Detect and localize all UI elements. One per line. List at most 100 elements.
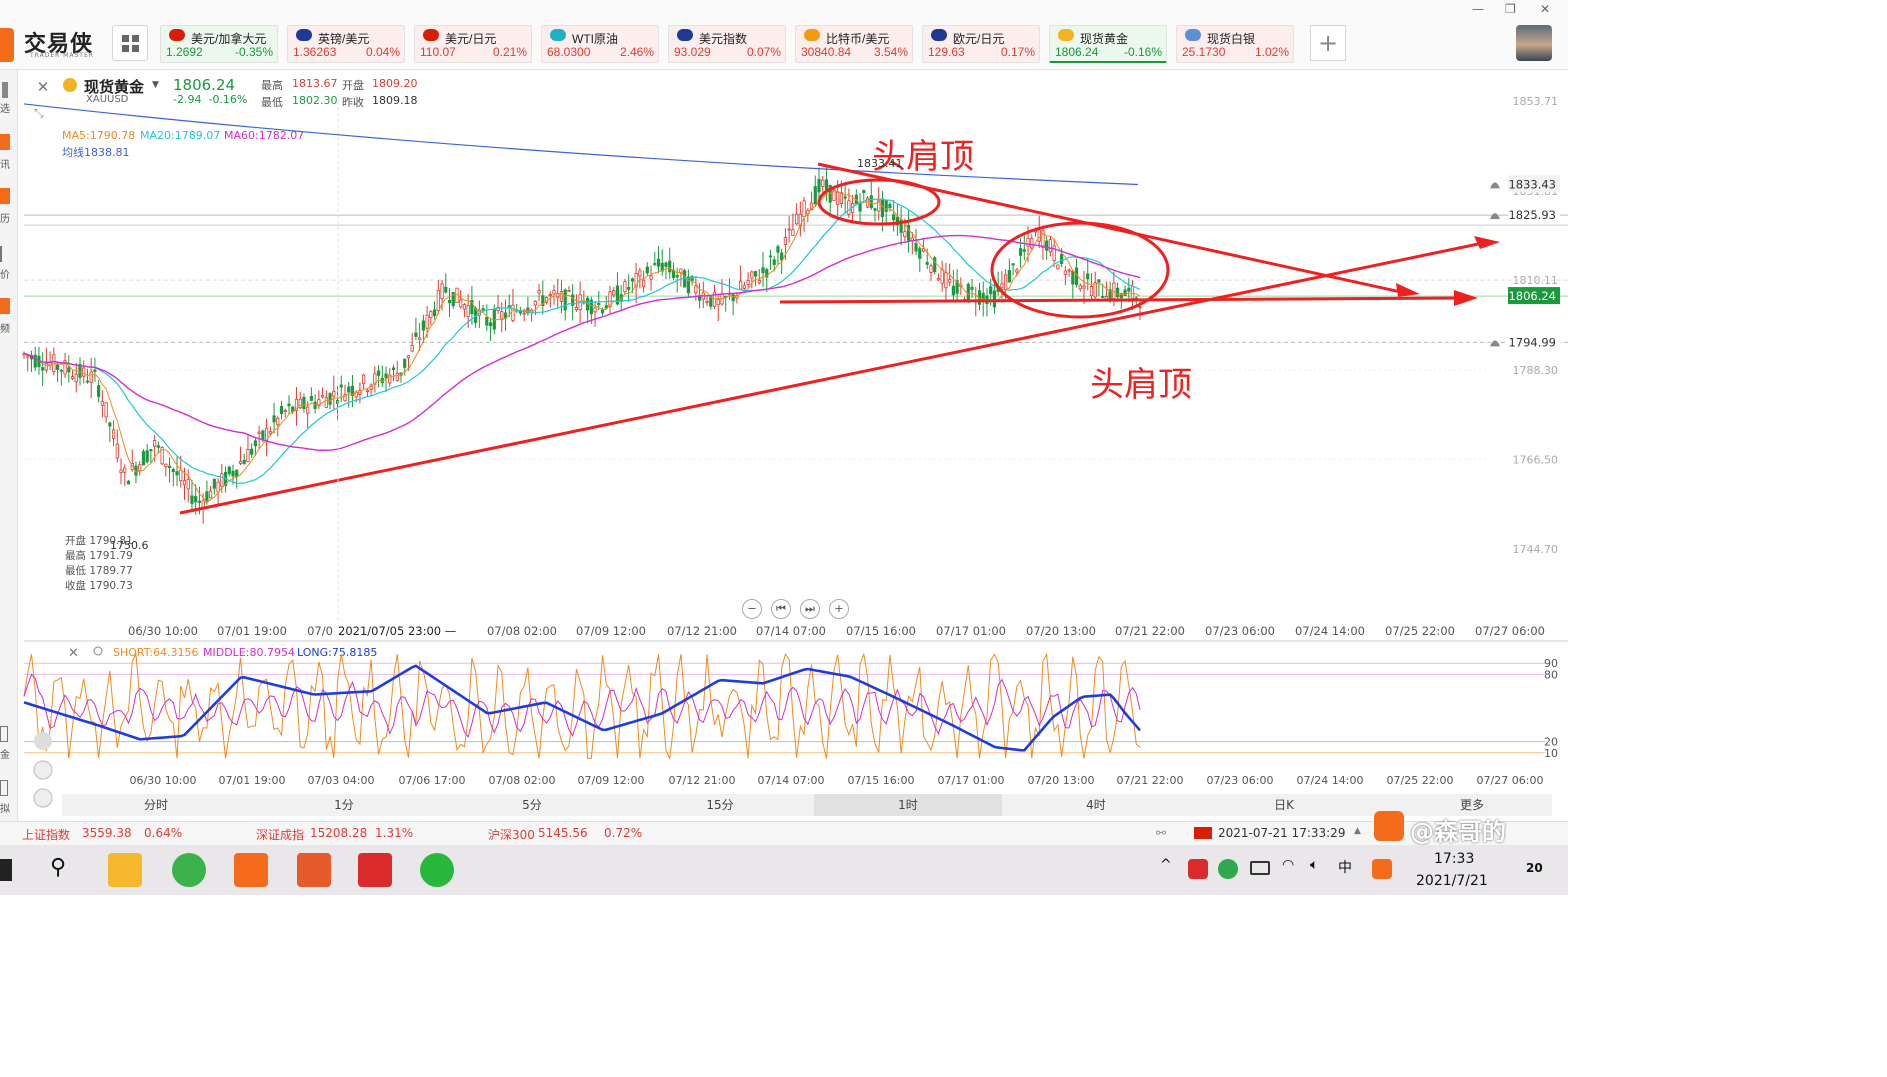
tab-4[interactable]: 1时: [814, 794, 1002, 816]
candle: [1078, 285, 1082, 290]
candle: [119, 469, 123, 474]
candle: [332, 390, 336, 397]
candle: [795, 213, 799, 225]
candle: [944, 272, 948, 289]
candle: [653, 263, 657, 265]
battery-icon[interactable]: [1250, 861, 1270, 875]
candle: [171, 468, 175, 472]
candle: [395, 372, 399, 381]
bell-icon: [1490, 182, 1500, 189]
scroll-start-button[interactable]: ⏮: [771, 599, 791, 619]
candle: [44, 362, 48, 371]
tab-0[interactable]: 分时: [62, 794, 250, 816]
wifi-icon[interactable]: ◠: [1282, 857, 1294, 873]
wps-tray-icon[interactable]: [1188, 859, 1208, 879]
bell-icon: [1490, 340, 1500, 347]
candle: [992, 290, 997, 308]
candle: [410, 345, 414, 352]
sogou-icon[interactable]: [1374, 811, 1404, 841]
tray-expand-icon[interactable]: ^: [1160, 857, 1172, 873]
sz-index-label[interactable]: 深证成指: [256, 826, 304, 843]
wps-icon[interactable]: [358, 853, 392, 887]
alert-price-mark: 1825.93: [1508, 208, 1556, 222]
hs300-label[interactable]: 沪深300: [488, 826, 535, 843]
zoom-in-button[interactable]: +: [829, 599, 849, 619]
candle: [276, 418, 280, 426]
candle: [466, 305, 470, 317]
wechat-icon[interactable]: [420, 853, 454, 887]
candle: [768, 255, 773, 258]
candle: [253, 440, 258, 447]
ma5-line: [23, 190, 1141, 503]
time-axis-label: 07/14 07:00: [756, 624, 826, 638]
candle: [563, 289, 567, 311]
candle: [645, 266, 649, 274]
candle: [1056, 264, 1060, 270]
tab-2[interactable]: 5分: [438, 794, 626, 816]
sh-index-label[interactable]: 上证指数: [22, 826, 70, 843]
candle: [1067, 269, 1071, 272]
browser-icon[interactable]: [172, 853, 206, 887]
candle: [197, 500, 202, 503]
zoom-out-button[interactable]: −: [742, 599, 762, 619]
candle: [384, 373, 388, 379]
candle: [425, 314, 429, 329]
candle: [179, 469, 183, 482]
candle: [817, 178, 821, 193]
tab-6[interactable]: 日K: [1190, 794, 1378, 816]
volume-icon[interactable]: 🔈︎: [1310, 857, 1318, 873]
osc-time-axis-label: 07/25 22:00: [1387, 774, 1454, 787]
candle: [750, 271, 754, 279]
candle: [231, 470, 235, 477]
trader-master-taskbar-icon[interactable]: [234, 853, 268, 887]
osc-time-axis-label: 07/08 02:00: [489, 774, 556, 787]
clock-time[interactable]: 17:33: [1434, 851, 1474, 867]
candle: [821, 179, 825, 187]
tab-1[interactable]: 1分: [250, 794, 438, 816]
trader-master-window: 交易侠 TRADER MASTER 美元/加拿大元 1.2692 -0.35% 英镑/…: [0, 0, 1568, 895]
ime-indicator[interactable]: 中: [1338, 857, 1352, 877]
candle: [481, 308, 485, 311]
osc-time-axis-label: 07/20 13:00: [1028, 774, 1095, 787]
link-icon[interactable]: ⚯: [1156, 826, 1166, 840]
candle: [328, 393, 332, 405]
tab-3[interactable]: 15分: [626, 794, 814, 816]
candle: [272, 415, 276, 423]
candle: [892, 214, 896, 221]
arrow-head-icon: [1396, 283, 1420, 297]
candlestick-chart[interactable]: 1853.711831.811810.111788.301766.501744.…: [0, 0, 1568, 895]
search-icon[interactable]: ⚲: [50, 855, 66, 880]
notification-badge[interactable]: 20: [1526, 861, 1543, 875]
start-icon[interactable]: [0, 859, 12, 881]
finance-app-icon[interactable]: [297, 853, 331, 887]
candle: [1004, 274, 1008, 291]
candle: [111, 429, 116, 439]
candle: [209, 490, 213, 499]
candle: [145, 450, 149, 463]
pattern-label: 头肩顶: [1090, 365, 1192, 405]
candle: [966, 283, 970, 301]
time-axis-label: 07/23 06:00: [1205, 624, 1275, 638]
tab-5[interactable]: 4时: [1002, 794, 1190, 816]
candle: [362, 374, 366, 385]
candle: [623, 281, 627, 293]
bell-icon: [1490, 213, 1500, 220]
candle: [212, 478, 216, 489]
time-axis-label: 07/20 13:00: [1026, 624, 1096, 638]
candle: [1048, 239, 1053, 253]
sogou-tray-icon[interactable]: [1372, 859, 1392, 879]
price-axis-label: 1788.30: [1513, 364, 1559, 377]
candle: [567, 290, 571, 292]
hs300-value: 5145.56: [538, 826, 588, 840]
file-explorer-icon[interactable]: [108, 853, 142, 887]
sh-index-value: 3559.38: [82, 826, 132, 840]
watermark: @森哥的: [1410, 818, 1506, 846]
scroll-end-button[interactable]: ⏭: [800, 599, 820, 619]
time-axis-label: 07/24 14:00: [1295, 624, 1365, 638]
candle: [1045, 240, 1049, 251]
status-expand-icon[interactable]: ▲: [1354, 826, 1361, 836]
candle: [447, 299, 452, 304]
security-tray-icon[interactable]: [1218, 859, 1238, 879]
candle: [242, 459, 246, 465]
clock-date[interactable]: 2021/7/21: [1416, 873, 1488, 889]
